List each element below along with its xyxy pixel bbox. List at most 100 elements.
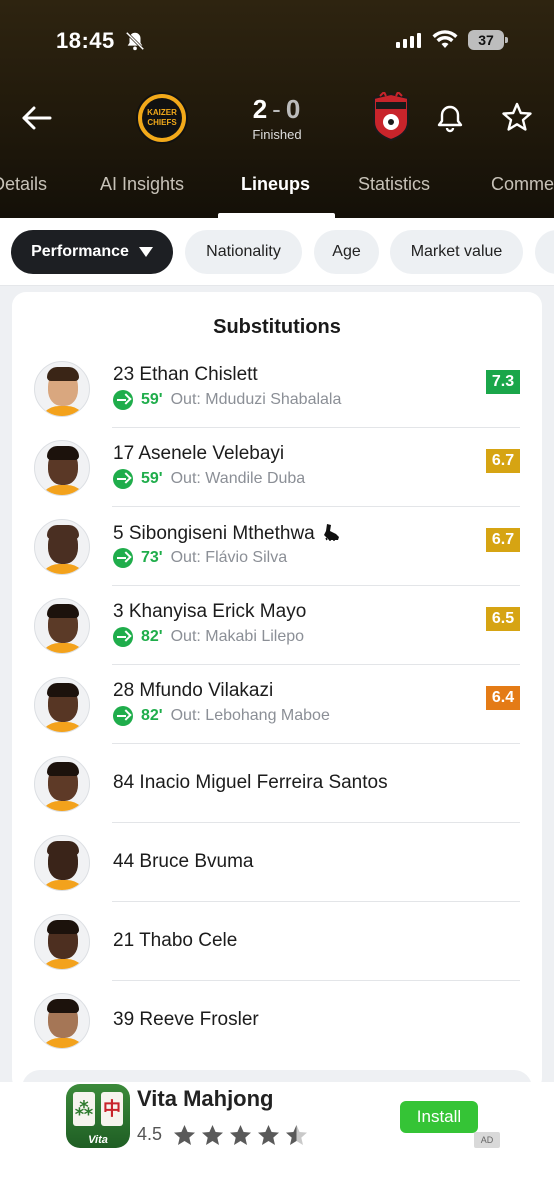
player-row[interactable]: 23 Ethan Chislett 59' Out: Mduduzi Shabala… xyxy=(12,350,542,428)
away-team-logo[interactable] xyxy=(370,92,412,142)
player-number: 39 xyxy=(113,1009,135,1030)
rating-star-icon xyxy=(258,1125,279,1145)
player-avatar xyxy=(34,835,90,891)
player-avatar xyxy=(34,519,90,575)
avatar-shirt xyxy=(39,406,87,416)
filter-performance[interactable]: Performance xyxy=(11,230,173,274)
score: 2-0 xyxy=(226,94,328,125)
mahjong-tile-icon: 中 xyxy=(101,1092,123,1126)
avatar-shirt xyxy=(39,959,87,969)
section-title: Substitutions xyxy=(213,316,341,338)
rating-star-icon xyxy=(230,1125,251,1145)
row-divider xyxy=(112,664,520,665)
tab-details[interactable]: Details xyxy=(0,174,47,195)
avatar-hair xyxy=(47,841,79,855)
ad-title[interactable]: Vita Mahjong xyxy=(137,1086,274,1112)
row-divider xyxy=(112,743,520,744)
sub-in-arrow-icon xyxy=(113,548,133,568)
home-score: 2 xyxy=(252,94,269,124)
row-divider xyxy=(112,901,520,902)
player-number: 28 xyxy=(113,680,135,701)
avatar-shirt xyxy=(39,485,87,495)
player-row[interactable]: 44 Bruce Bvuma xyxy=(12,824,542,902)
scoreboard: 2-0 Finished xyxy=(226,94,328,142)
avatar-hair xyxy=(47,446,79,460)
player-name-text: Khanyisa Erick Mayo xyxy=(128,601,307,622)
ad-badge[interactable]: AD xyxy=(474,1132,500,1148)
filter-nationality[interactable]: Nationality xyxy=(185,230,302,274)
sub-in-arrow-icon xyxy=(113,469,133,489)
player-row[interactable]: 21 Thabo Cele xyxy=(12,903,542,981)
player-rating: 6.7 xyxy=(486,528,520,552)
battery-icon: 37 xyxy=(468,30,508,50)
bell-icon[interactable] xyxy=(434,102,466,134)
tab-statistics[interactable]: Statistics xyxy=(358,174,430,195)
player-name: 21 Thabo Cele xyxy=(113,930,237,952)
filter-market-value[interactable]: Market value xyxy=(390,230,523,274)
filter-more[interactable] xyxy=(535,230,554,274)
sub-minute: 82' xyxy=(141,707,163,724)
player-avatar xyxy=(34,756,90,812)
sub-out-player: Out: Mduduzi Shabalala xyxy=(170,391,342,408)
sub-out-player: Out: Flávio Silva xyxy=(170,549,288,566)
row-divider xyxy=(112,506,520,507)
player-rating: 7.3 xyxy=(486,370,520,394)
ad-rating-value: 4.5 xyxy=(137,1124,163,1144)
chevron-down-icon xyxy=(138,247,153,257)
player-row[interactable]: 84 Inacio Miguel Ferreira Santos xyxy=(12,745,542,823)
rating-star-icon xyxy=(286,1125,307,1145)
player-row[interactable]: 3 Khanyisa Erick Mayo 82' Out: Makabi Lile… xyxy=(12,587,542,665)
player-name: 28 Mfundo Vilakazi xyxy=(113,680,273,702)
filter-chips: Performance Nationality Age Market value xyxy=(0,218,554,286)
player-rating: 6.4 xyxy=(486,686,520,710)
row-divider xyxy=(112,585,520,586)
player-number: 44 xyxy=(113,851,135,872)
wifi-icon xyxy=(432,30,458,48)
star-icon[interactable] xyxy=(500,100,534,134)
player-avatar xyxy=(34,677,90,733)
substitution-info: 82' Out: Makabi Lilepo xyxy=(113,627,304,647)
player-row[interactable]: 39 Reeve Frosler xyxy=(12,982,542,1060)
match-status: Finished xyxy=(252,127,302,142)
substitution-info: 59' Out: Wandile Duba xyxy=(113,469,305,489)
sub-minute: 59' xyxy=(141,391,163,408)
silent-mode-icon xyxy=(125,31,145,51)
home-team-logo[interactable]: KAIZER CHIEFS xyxy=(136,92,188,144)
avatar-shirt xyxy=(39,722,87,732)
tab-lineups[interactable]: Lineups xyxy=(241,174,310,195)
player-name-text: Mfundo Vilakazi xyxy=(139,680,274,701)
player-number: 84 xyxy=(113,772,135,793)
rating-star-icon xyxy=(202,1125,223,1145)
tab-ai-insights[interactable]: AI Insights xyxy=(100,174,184,195)
player-avatar xyxy=(34,598,90,654)
filter-age[interactable]: Age xyxy=(314,230,379,274)
player-avatar xyxy=(34,993,90,1049)
player-number: 23 xyxy=(113,364,135,385)
install-button[interactable]: Install xyxy=(400,1101,478,1133)
score-separator: - xyxy=(272,94,282,124)
player-row[interactable]: 5 Sibongiseni Mthethwa 73' Out: Flávio Sil… xyxy=(12,508,542,586)
player-name-text: Bruce Bvuma xyxy=(139,851,254,872)
player-avatar xyxy=(34,914,90,970)
player-row[interactable]: 17 Asenele Velebayi 59' Out: Wandile Duba 6… xyxy=(12,429,542,507)
player-row[interactable]: 28 Mfundo Vilakazi 82' Out: Lebohang Maboe… xyxy=(12,666,542,744)
ad-icon-label: Vita xyxy=(88,1134,108,1146)
substitution-info: 73' Out: Flávio Silva xyxy=(113,548,287,568)
tab-comments[interactable]: Comme xyxy=(491,174,554,195)
avatar-shirt xyxy=(39,643,87,653)
avatar-hair xyxy=(47,762,79,776)
back-arrow-icon[interactable] xyxy=(18,100,54,136)
filter-nationality-label: Nationality xyxy=(206,243,281,260)
player-name-text: Ethan Chislett xyxy=(139,364,258,385)
filter-market-value-label: Market value xyxy=(410,243,503,260)
player-avatar xyxy=(34,440,90,496)
match-header: 18:45 37 KAIZER CHIEFS 2-0 Finished etai… xyxy=(0,0,554,218)
avatar-hair xyxy=(47,604,79,618)
substitutions-card: Substitutions 23 Ethan Chislett 59' Out: M… xyxy=(12,292,542,1092)
player-number: 5 xyxy=(113,523,124,544)
sub-out-player: Out: Lebohang Maboe xyxy=(170,707,330,724)
player-name: 84 Inacio Miguel Ferreira Santos xyxy=(113,772,388,794)
player-rating: 6.7 xyxy=(486,449,520,473)
avatar-hair xyxy=(47,999,79,1013)
ad-app-icon[interactable]: ⁂ 中 Vita xyxy=(66,1084,130,1148)
